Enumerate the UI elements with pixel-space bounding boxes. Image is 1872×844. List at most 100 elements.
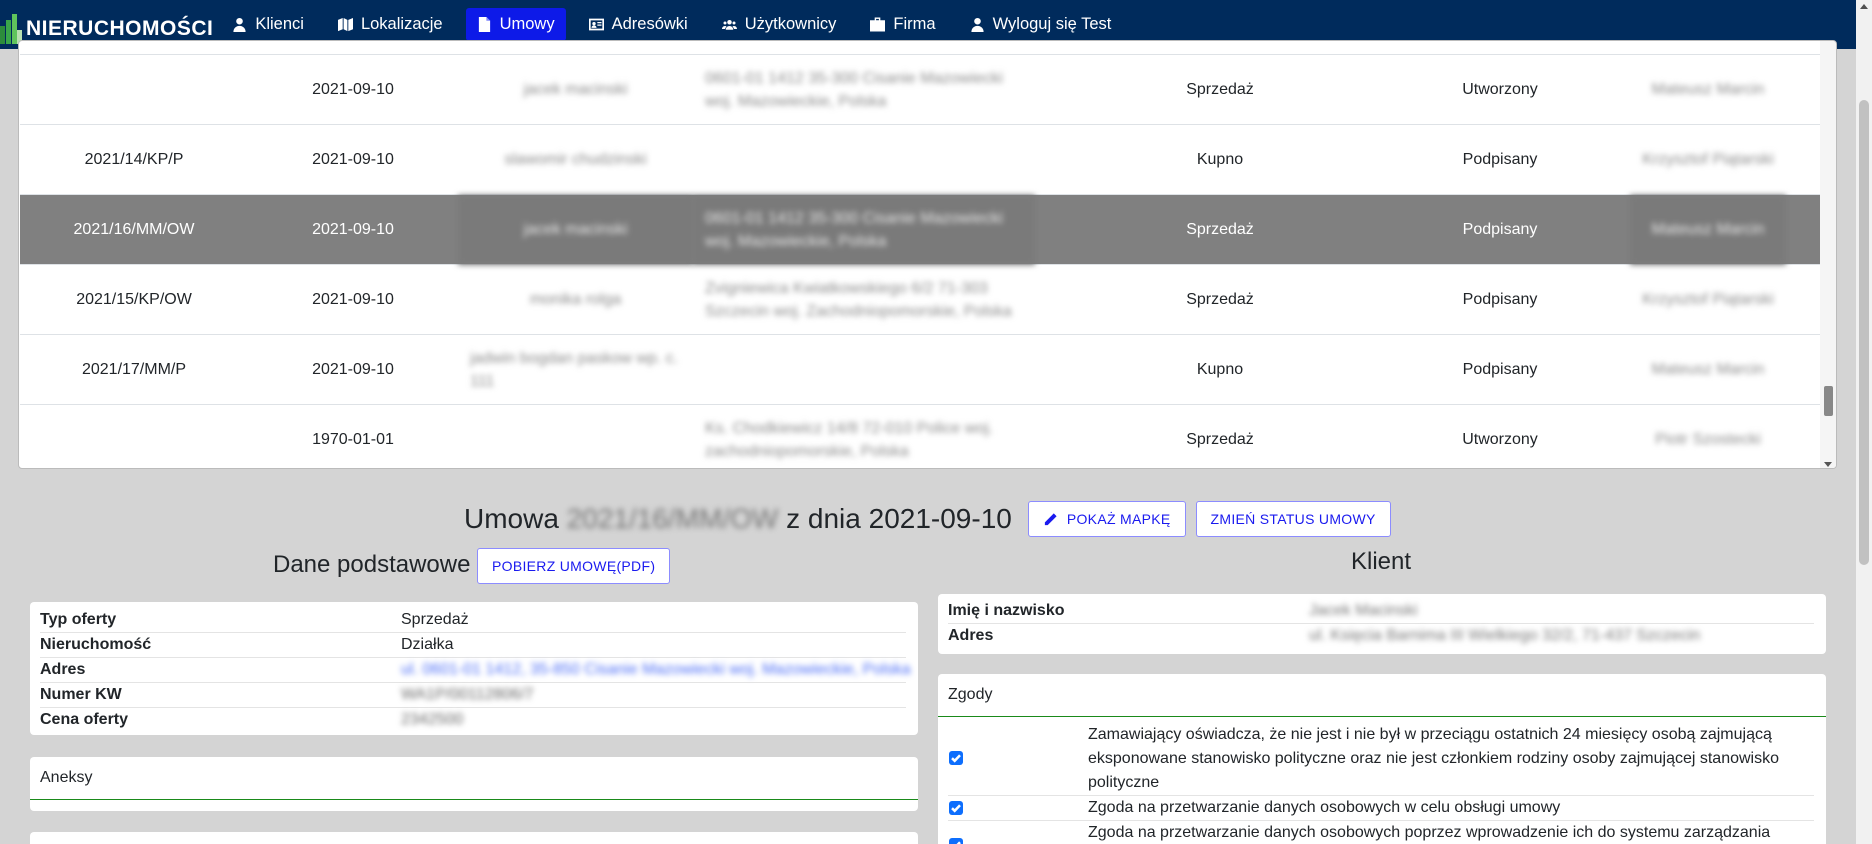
cell-status: Utworzony [1462,81,1538,98]
scroll-up-icon[interactable] [1860,4,1868,9]
annex-accordion[interactable]: Aneksy [30,757,918,811]
cell-agent: Krzysztof Piątarski [1642,291,1774,308]
divider [40,707,906,708]
users-icon [721,20,737,30]
pencil-icon [1044,512,1057,525]
consent-checkbox[interactable] [949,801,963,815]
value-client-address: ul. Księcia Barnima III Wielkiego 32/2, … [1309,626,1701,644]
consent-checkbox[interactable] [949,751,963,765]
cell-agent: Mateusz Marcin [1651,361,1765,378]
contract-title-row: Umowa 2021/16/MM/OW z dnia 2021-09-10 PO… [464,500,1391,538]
nav-label: Wyloguj się Test [992,15,1112,33]
show-map-button[interactable]: POKAŻ MAPKĘ [1027,501,1186,537]
table-row[interactable]: 2021/17/MM/P 2021-09-10 jadwin bogdan pa… [20,335,1820,405]
value-kw-number: WA1P/00112806/7 [401,685,534,703]
file-icon [478,17,490,32]
title-prefix: Umowa [464,503,559,534]
consents-card: Zgody Zamawiający oświadcza, że nie jest… [938,674,1826,844]
cell-client [458,405,693,468]
nav-logout[interactable]: Wyloguj się Test [959,8,1123,41]
nav-umowy[interactable]: Umowy [465,8,566,41]
cell-date: 2021-09-10 [312,151,394,168]
basic-data-heading: Dane podstawowe [273,551,471,578]
nav-firma[interactable]: Firma [859,8,946,41]
cell-address: Ks. Chodkiewicz 14/8 72-010 Police woj. … [705,420,994,460]
brand-text: NIERUCHOMOŚCI [26,16,214,40]
scroll-down-icon[interactable] [1824,462,1832,467]
cell-type: Sprzedaż [1186,221,1254,238]
value-address-link[interactable]: ul. 0601-01 1412, 35-850 Cisanie Mazowie… [401,657,911,682]
contract-title: Umowa 2021/16/MM/OW z dnia 2021-09-10 [464,503,1012,535]
cell-address [693,125,1035,195]
cell-address: 0601-01 1412 35-300 Cisanie Mazowiecki w… [705,70,1003,110]
table-row[interactable]: 2021-09-10 jacek macinski 0601-01 1412 3… [20,55,1820,125]
nav-label: Adresówki [611,15,688,33]
table-row[interactable]: 2021/14/KP/P 2021-09-10 slawomir chudzin… [20,125,1820,195]
check-icon [951,754,961,763]
nav-label: Umowy [499,15,555,33]
label-offer-type: Typ oferty [40,610,117,628]
cell-status: Podpisany [1462,151,1538,168]
cell-type: Sprzedaż [1186,81,1254,98]
cell-address: 0601-01 1412 35-300 Cisanie Mazowiecki w… [693,195,1035,265]
cell-client: jacek macinski [523,81,628,98]
consent-text: Zgoda na przetwarzanie danych osobowych … [1088,824,1771,841]
change-status-button[interactable]: ZMIEŃ STATUS UMOWY [1195,501,1391,537]
cell-number: 2021/17/MM/P [81,361,187,378]
download-pdf-label: POBIERZ UMOWĘ(PDF) [492,558,656,574]
cell-date: 2021-09-10 [312,361,394,378]
download-pdf-button[interactable]: POBIERZ UMOWĘ(PDF) [477,548,671,584]
cell-agent: Krzysztof Piątarski [1642,151,1774,168]
contracts-table: 2021-09-10 jacek macinski 0601-01 1412 3… [18,40,1837,469]
table-row-selected[interactable]: 2021/16/MM/OW 2021-09-10 jacek macinski … [20,195,1820,265]
cell-client: slawomir chudzinski [504,151,647,168]
nav-adresowki[interactable]: Adresówki [578,8,699,41]
value-client-name: Jacek Macinski [1309,601,1418,619]
client-card: Imię i nazwisko Jacek Macinski Adres ul.… [938,594,1826,654]
consent-text: Zgoda na przetwarzanie danych osobowych … [1088,799,1561,816]
nav-klienci[interactable]: Klienci [221,8,315,41]
label-address: Adres [40,660,86,678]
cell-status: Podpisany [1462,291,1538,308]
label-price: Cena oferty [40,710,129,728]
table-row[interactable]: 2021/15/KP/OW 2021-09-10 monika rolga Zv… [20,265,1820,335]
label-property: Nieruchomość [40,635,152,653]
cell-number [20,405,248,468]
consent-text: Zamawiający oświadcza, że nie jest i nie… [1088,726,1780,791]
accordion-divider [30,799,918,800]
value-property: Działka [401,635,454,653]
nav-uzytkownicy[interactable]: Użytkownicy [711,8,848,41]
consent-checkbox[interactable] [949,838,963,844]
cell-agent: Piotr Szostecki [1655,431,1761,448]
cell-status: Podpisany [1462,361,1538,378]
check-icon [951,804,961,813]
cell-type: Sprzedaż [1186,431,1254,448]
label-client-name: Imię i nazwisko [948,601,1065,619]
value-price: 2342500 [401,710,464,728]
page-scrollbar[interactable] [1856,0,1872,844]
show-map-label: POKAŻ MAPKĘ [1066,511,1171,527]
logo-icon [0,13,22,44]
cell-number [20,55,248,125]
cell-client: monika rolga [529,291,622,308]
table-scroll-thumb[interactable] [1824,386,1833,416]
nav-lokalizacje[interactable]: Lokalizacje [327,8,454,41]
cell-date: 1970-01-01 [312,431,394,448]
page-scroll-thumb[interactable] [1859,100,1869,565]
cell-number: 2021/14/KP/P [84,151,184,168]
table-row[interactable]: 1970-01-01 Ks. Chodkiewicz 14/8 72-010 P… [20,405,1820,468]
address-card-icon [588,18,604,31]
cell-date: 2021-09-10 [312,81,394,98]
label-client-address: Adres [948,626,994,644]
cell-client: jadwin bogdan paskow wp. c. 111 [470,350,679,390]
nav-label: Klienci [255,15,304,33]
cell-number: 2021/15/KP/OW [76,291,192,308]
cell-client: jacek macinski [458,195,693,265]
nav-label: Lokalizacje [360,15,443,33]
nav-label: Użytkownicy [744,15,837,33]
table-scrollbar[interactable] [1820,41,1836,468]
check-icon [956,841,961,844]
cell-type: Sprzedaż [1186,291,1254,308]
briefcase-icon [870,17,886,32]
title-number: 2021/16/MM/OW [566,503,779,534]
